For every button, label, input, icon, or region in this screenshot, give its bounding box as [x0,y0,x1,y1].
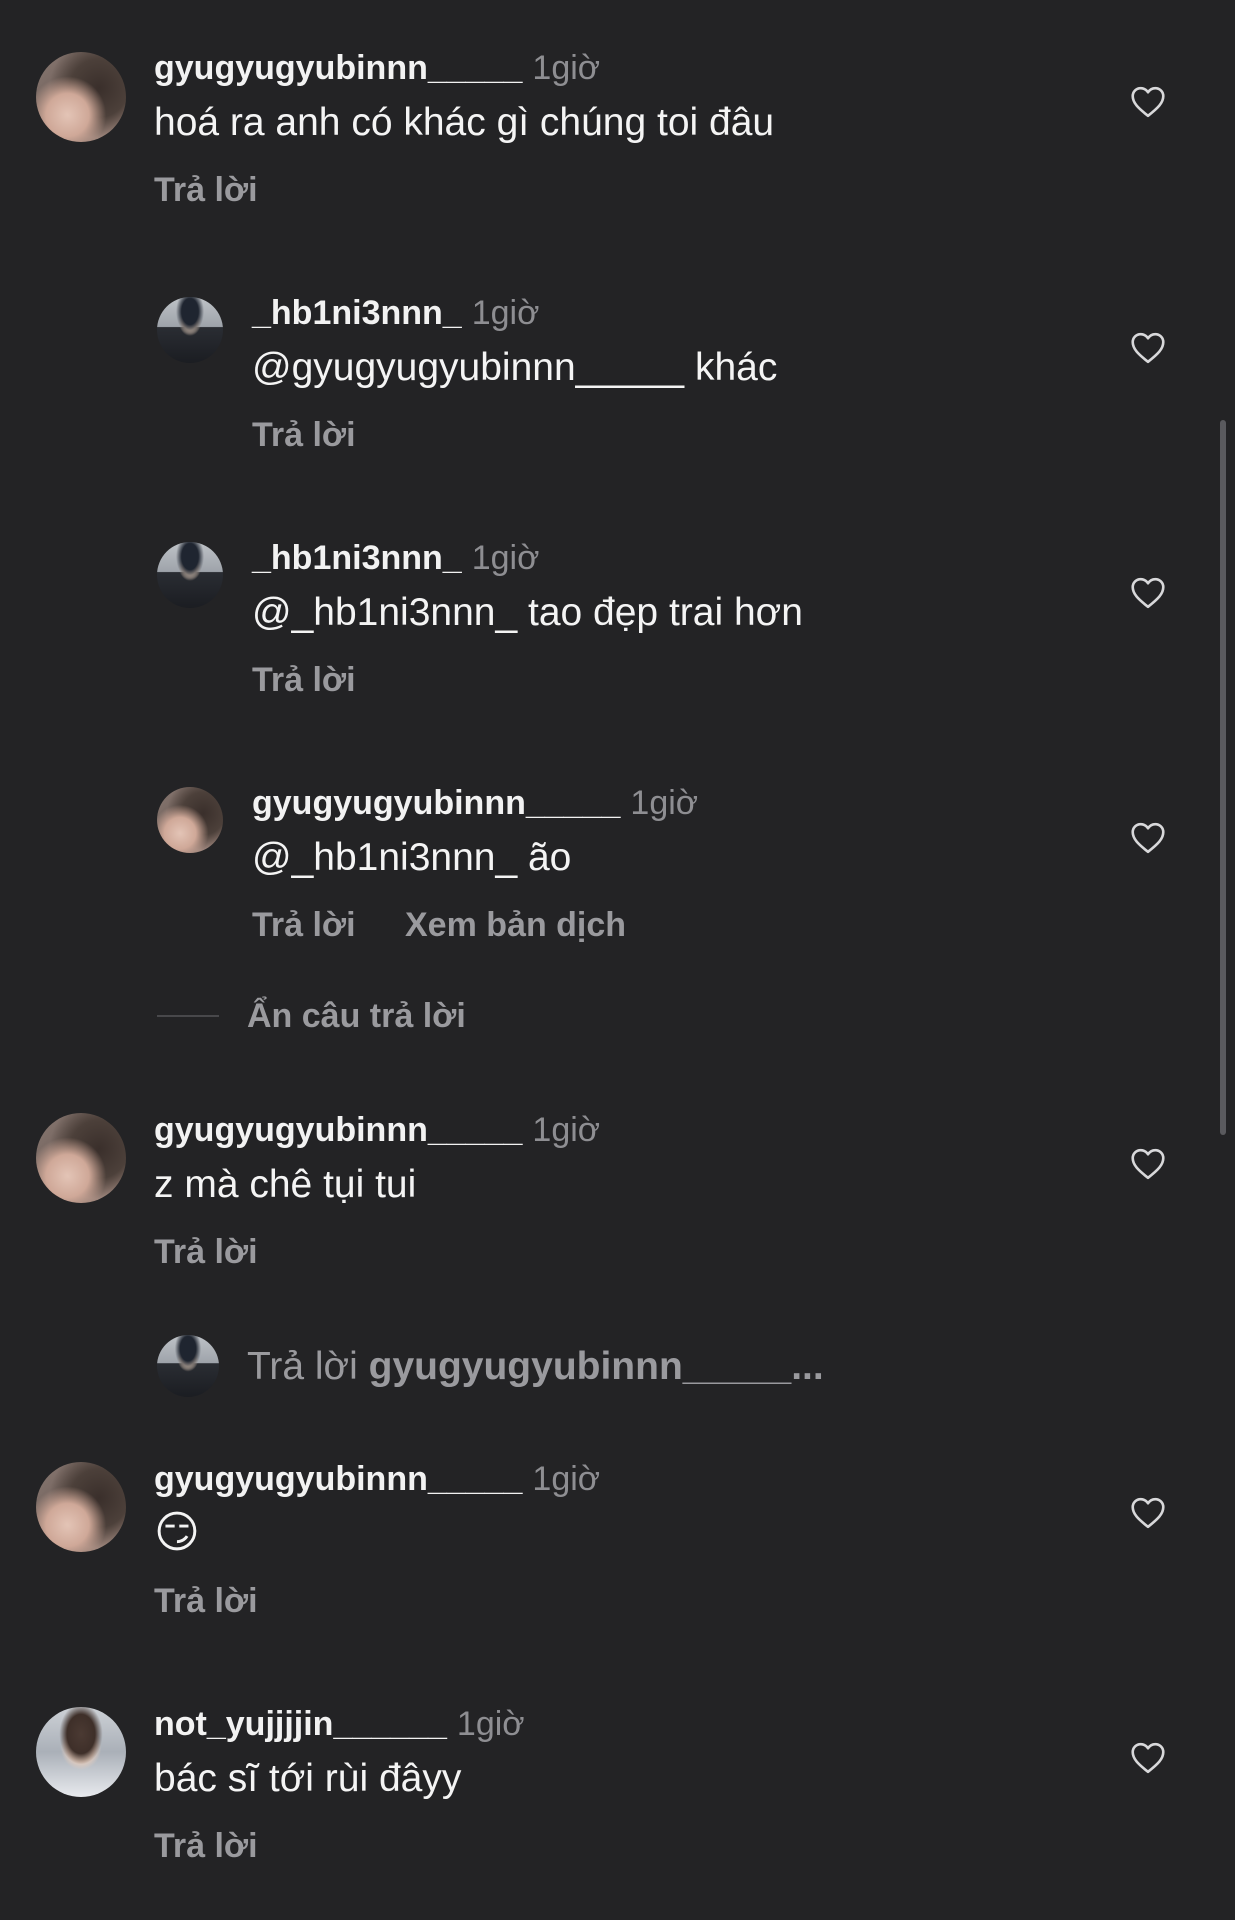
username[interactable]: gyugyugyubinnn_____ [154,1460,522,1498]
avatar[interactable] [36,1113,126,1203]
username[interactable]: gyugyugyubinnn_____ [154,49,522,87]
heart-icon[interactable] [1130,822,1166,854]
reply-prefix: Trả lời [247,1345,358,1388]
reply-button[interactable]: Trả lời [252,905,356,945]
comment-header: gyugyugyubinnn_____ 1giờ [154,1110,600,1150]
reply-target: gyugyugyubinnn_____... [368,1345,824,1388]
avatar[interactable] [36,1707,126,1797]
avatar [157,1335,219,1397]
avatar[interactable] [157,542,223,608]
reply-button[interactable]: Trả lời [154,1232,258,1272]
avatar[interactable] [157,787,223,853]
heart-icon[interactable] [1130,577,1166,609]
comment-header: _hb1ni3nnn_ 1giờ [252,293,539,333]
comment-text: bác sĩ tới rùi đâyy [154,1757,462,1800]
heart-icon[interactable] [1130,1497,1166,1529]
reply-input[interactable]: Trả lời gyugyugyubinnn_____... [157,1335,1057,1397]
comment-text: @gyugyugyubinnn_____ khác [252,346,778,389]
timestamp: 1giờ [532,1111,601,1149]
translate-button[interactable]: Xem bản dịch [405,905,626,945]
avatar[interactable] [157,297,223,363]
hide-replies-label: Ẩn câu trả lời [247,997,466,1035]
timestamp: 1giờ [456,1705,525,1743]
username[interactable]: _hb1ni3nnn_ [252,539,462,577]
comment-text: z mà chê tụi tui [154,1163,417,1206]
heart-icon[interactable] [1130,1148,1166,1180]
comment-text: @_hb1ni3nnn_ ão [252,836,572,879]
timestamp: 1giờ [471,539,540,577]
heart-icon[interactable] [1130,332,1166,364]
comment-text: @_hb1ni3nnn_ tao đẹp trai hơn [252,591,803,634]
scrollbar[interactable] [1220,420,1226,1135]
divider [157,1015,219,1017]
reply-button[interactable]: Trả lời [252,415,356,455]
avatar[interactable] [36,52,126,142]
username[interactable]: _hb1ni3nnn_ [252,294,462,332]
timestamp: 1giờ [532,1460,601,1498]
comment-text: 😏 [154,1508,200,1557]
comment-header: gyugyugyubinnn_____ 1giờ [154,48,600,88]
avatar[interactable] [36,1462,126,1552]
timestamp: 1giờ [471,294,540,332]
comment-text: hoá ra anh có khác gì chúng toi đâu [154,101,775,144]
reply-placeholder: Trả lời gyugyugyubinnn_____... [247,1345,824,1389]
username[interactable]: gyugyugyubinnn_____ [154,1111,522,1149]
reply-button[interactable]: Trả lời [154,1826,258,1866]
heart-icon[interactable] [1130,86,1166,118]
comment-header: gyugyugyubinnn_____ 1giờ [252,783,698,823]
timestamp: 1giờ [630,784,699,822]
reply-button[interactable]: Trả lời [154,1581,258,1621]
timestamp: 1giờ [532,49,601,87]
heart-icon[interactable] [1130,1742,1166,1774]
comment-header: gyugyugyubinnn_____ 1giờ [154,1459,600,1499]
reply-button[interactable]: Trả lời [154,170,258,210]
username[interactable]: gyugyugyubinnn_____ [252,784,620,822]
reply-button[interactable]: Trả lời [252,660,356,700]
comment-header: not_yujjjjin______ 1giờ [154,1704,525,1744]
username[interactable]: not_yujjjjin______ [154,1705,447,1743]
comment-header: _hb1ni3nnn_ 1giờ [252,538,539,578]
